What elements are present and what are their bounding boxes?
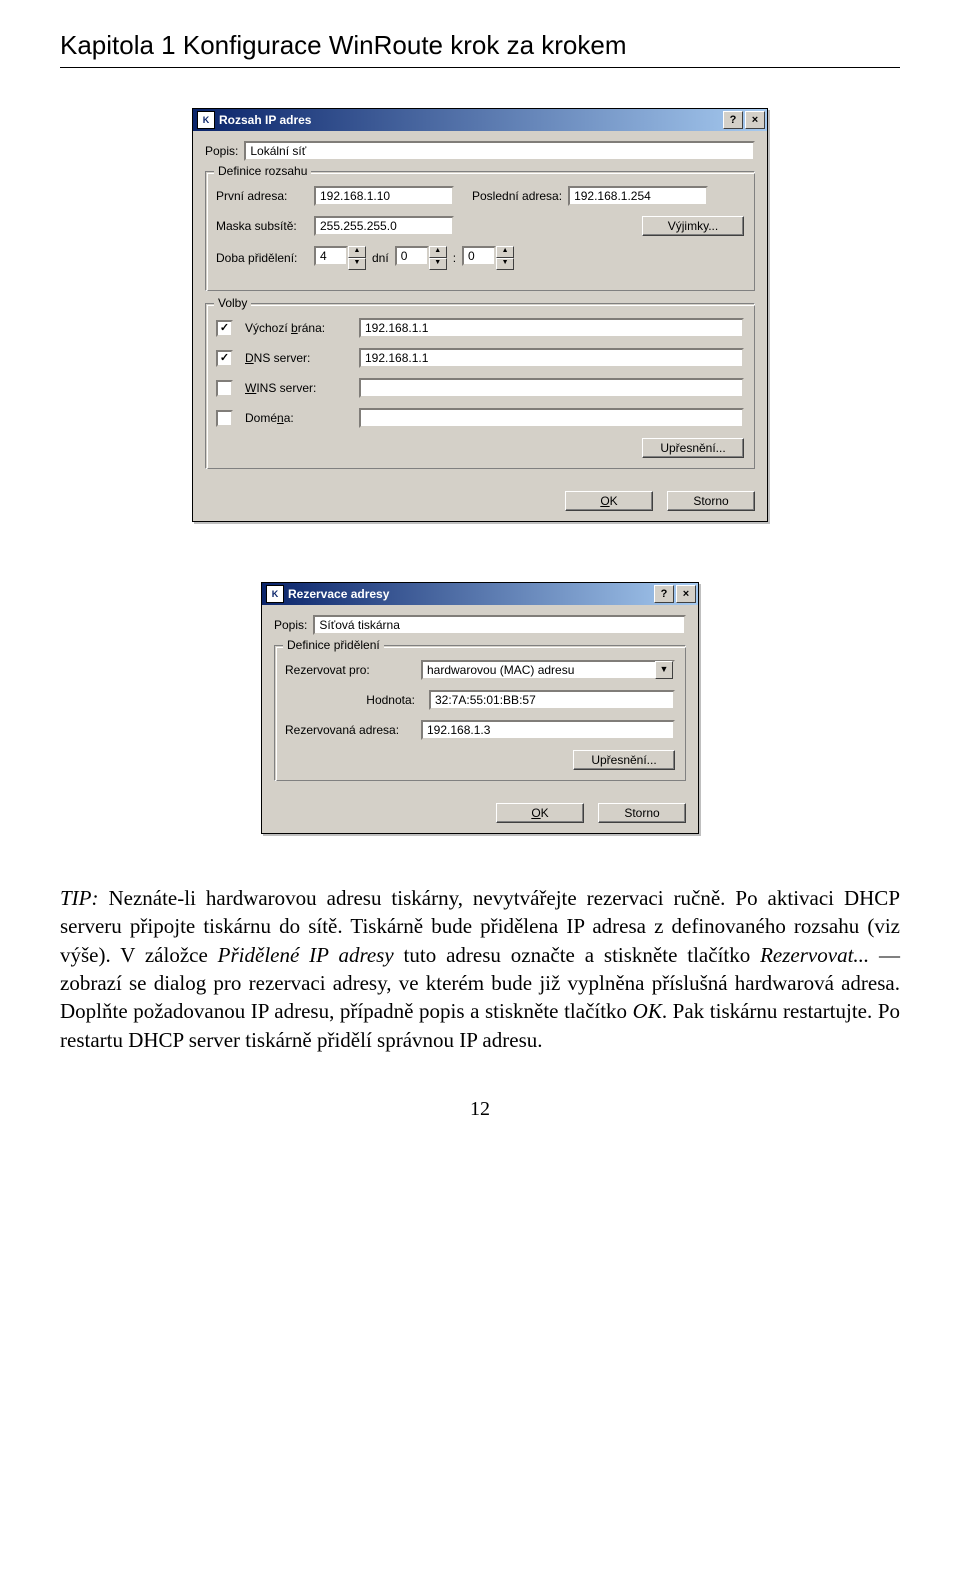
page-number: 12 (60, 1098, 900, 1121)
reserve-for-value: hardwarovou (MAC) adresu (423, 663, 655, 677)
advanced-button[interactable]: Upřesnění... (642, 438, 744, 458)
last-addr-input[interactable] (568, 186, 708, 206)
options-group-legend: Volby (214, 296, 251, 310)
lease-days-unit: dní (372, 251, 389, 265)
cancel-button[interactable]: Storno (667, 491, 755, 511)
gateway-checkbox[interactable]: ✓ (216, 320, 233, 337)
wins-label: WINS server: (245, 381, 353, 395)
cancel-button[interactable]: Storno (598, 803, 686, 823)
reserve-for-label: Rezervovat pro: (285, 663, 415, 677)
lease-days-spinner[interactable]: ▲▼ (314, 246, 366, 270)
last-addr-label: Poslední adresa: (472, 189, 562, 203)
tab-name: Přidělené IP adresy (218, 943, 394, 967)
gateway-input[interactable] (359, 318, 744, 338)
dialog-title: Rozsah IP adres (219, 113, 721, 127)
chapter-title: Kapitola 1 Konfigurace WinRoute krok za … (60, 30, 900, 61)
range-group: Definice rozsahu První adresa: Poslední … (205, 171, 755, 291)
assign-group-legend: Definice přidělení (283, 638, 384, 652)
lease-separator: : (453, 251, 456, 265)
gateway-label: Výchozí brána: (245, 321, 353, 335)
desc-input[interactable] (244, 141, 755, 161)
mask-label: Maska subsítě: (216, 219, 308, 233)
desc-input[interactable] (313, 615, 686, 635)
titlebar[interactable]: K Rozsah IP adres ? × (193, 109, 767, 131)
ok-button[interactable]: OK (496, 803, 584, 823)
help-button[interactable]: ? (654, 585, 674, 603)
value-label: Hodnota: (285, 693, 423, 707)
dns-input[interactable] (359, 348, 744, 368)
spin-up-icon[interactable]: ▲ (496, 246, 514, 258)
lease-hours-spinner[interactable]: ▲▼ (395, 246, 447, 270)
assign-group: Definice přidělení Rezervovat pro: hardw… (274, 645, 686, 781)
first-addr-label: První adresa: (216, 189, 308, 203)
domain-input[interactable] (359, 408, 744, 428)
chevron-down-icon[interactable]: ▼ (655, 661, 673, 679)
mask-input[interactable] (314, 216, 454, 236)
close-button[interactable]: × (745, 111, 765, 129)
reserve-for-select[interactable]: hardwarovou (MAC) adresu ▼ (421, 660, 675, 680)
lease-label: Doba přidělení: (216, 251, 308, 265)
domain-checkbox[interactable] (216, 410, 233, 427)
dns-checkbox[interactable]: ✓ (216, 350, 233, 367)
ok-name: OK (633, 999, 662, 1023)
spin-up-icon[interactable]: ▲ (429, 246, 447, 258)
article-text: TIP: Neznáte-li hardwarovou adresu tiská… (60, 884, 900, 1054)
desc-label: Popis: (205, 144, 238, 158)
reserved-addr-label: Rezervovaná adresa: (285, 723, 415, 737)
advanced-button[interactable]: Upřesnění... (573, 750, 675, 770)
options-group: Volby ✓ Výchozí brána: ✓ DNS server: WIN… (205, 303, 755, 469)
app-icon: K (266, 585, 284, 603)
desc-label: Popis: (274, 618, 307, 632)
value-input[interactable] (429, 690, 675, 710)
dialog-title: Rezervace adresy (288, 587, 652, 601)
close-button[interactable]: × (676, 585, 696, 603)
reservation-dialog: K Rezervace adresy ? × Popis: Definice p… (261, 582, 699, 834)
ok-button[interactable]: OK (565, 491, 653, 511)
spin-down-icon[interactable]: ▼ (429, 258, 447, 270)
dns-label: DNS server: (245, 351, 353, 365)
spin-down-icon[interactable]: ▼ (348, 258, 366, 270)
first-addr-input[interactable] (314, 186, 454, 206)
help-button[interactable]: ? (723, 111, 743, 129)
chapter-divider (60, 67, 900, 68)
lease-mins-spinner[interactable]: ▲▼ (462, 246, 514, 270)
reserved-addr-input[interactable] (421, 720, 675, 740)
spin-down-icon[interactable]: ▼ (496, 258, 514, 270)
wins-input[interactable] (359, 378, 744, 398)
app-icon: K (197, 111, 215, 129)
range-group-legend: Definice rozsahu (214, 164, 311, 178)
tip-label: TIP: (60, 886, 99, 910)
tip-body-2: tuto adresu označte a stiskněte tlačítko (394, 943, 760, 967)
wins-checkbox[interactable] (216, 380, 233, 397)
domain-label: Doména: (245, 411, 353, 425)
titlebar[interactable]: K Rezervace adresy ? × (262, 583, 698, 605)
exceptions-button[interactable]: Výjimky... (642, 216, 744, 236)
spin-up-icon[interactable]: ▲ (348, 246, 366, 258)
ip-range-dialog: K Rozsah IP adres ? × Popis: Definice ro… (192, 108, 768, 522)
reserve-button-name: Rezervovat... (760, 943, 869, 967)
